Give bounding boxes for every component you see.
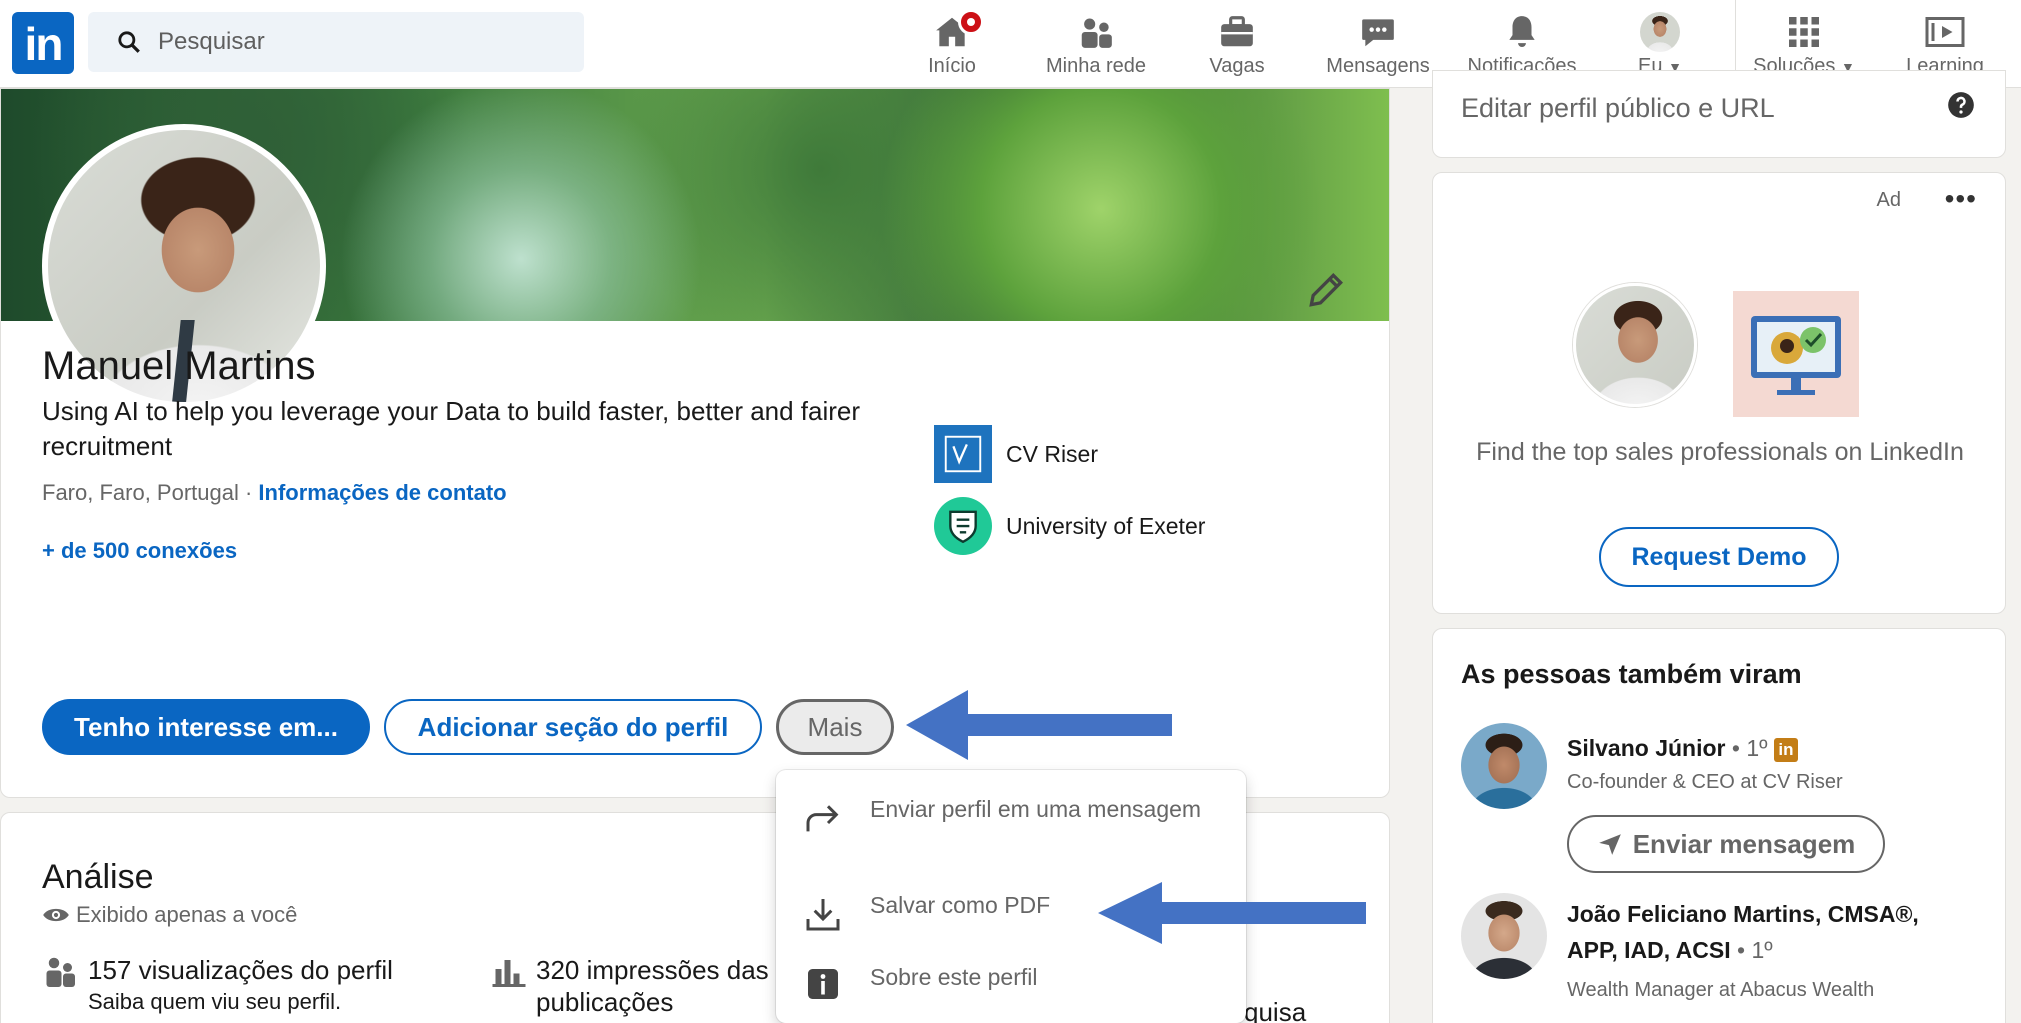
post-impressions-stat[interactable]: 320 impressões das publicações [490, 954, 769, 1018]
connection-degree: • 1º [1730, 937, 1773, 963]
person-name-joao-cont[interactable]: APP, IAD, ACSI • 1º [1567, 937, 1773, 964]
connections-link[interactable]: + de 500 conexões [42, 538, 237, 564]
person-name-joao[interactable]: João Feliciano Martins, CMSA®, [1567, 901, 1919, 928]
person-name-silvano[interactable]: Silvano Júnior • 1º in [1567, 735, 1798, 762]
search-appearances-stat[interactable]: quisa [1244, 996, 1306, 1023]
stat-subtitle: Saiba quem viu seu perfil. [88, 989, 342, 1014]
more-options-icon[interactable]: ••• [1945, 183, 1977, 215]
info-icon [808, 969, 838, 999]
linkedin-logo[interactable]: in [12, 12, 74, 74]
download-icon [806, 899, 840, 931]
profile-headline: Using AI to help you leverage your Data … [42, 396, 861, 461]
search-input[interactable]: Pesquisar [158, 28, 265, 56]
profile-name: Manuel Martins [42, 344, 316, 388]
person-subtitle: Co-founder & CEO at CV Riser [1567, 771, 1843, 793]
analysis-visibility: Exibido apenas a você [42, 902, 297, 928]
help-icon[interactable] [1947, 91, 1975, 119]
public-profile-link[interactable]: Editar perfil público e URL [1461, 93, 1775, 124]
ad-text: Find the top sales professionals on Link… [1476, 438, 1964, 466]
people-also-viewed-card: As pessoas também viram Silvano Júnior •… [1432, 628, 2006, 1023]
bell-icon [1509, 16, 1535, 48]
interest-button[interactable]: Tenho interesse em... [42, 699, 370, 755]
nav-messages-label: Mensagens [1326, 55, 1430, 77]
ad-label: Ad [1876, 189, 1901, 211]
stat-title: 320 impressões das [536, 955, 769, 985]
nav-jobs[interactable]: Vagas [1200, 4, 1274, 84]
monitor-check-icon [1751, 316, 1841, 395]
nav-home[interactable]: Início [912, 4, 992, 84]
menu-item-send-profile[interactable]: Enviar perfil em uma mensagem [776, 792, 1246, 838]
request-demo-button[interactable]: Request Demo [1599, 527, 1839, 587]
share-arrow-icon [806, 805, 839, 832]
nav-home-label: Início [928, 55, 976, 77]
search-icon [118, 31, 140, 53]
location-text: Faro, Faro, Portugal · [42, 480, 259, 505]
grid-icon [1789, 17, 1819, 47]
menu-item-label: Enviar perfil em uma mensagem [870, 796, 1202, 822]
analysis-title: Análise [42, 858, 154, 896]
stat-subtitle: publicações [536, 987, 674, 1017]
add-profile-section-button[interactable]: Adicionar seção do perfil [384, 699, 762, 755]
ad-profile-photo [1573, 283, 1697, 407]
stat-title: 157 visualizações do perfil [88, 955, 393, 985]
visibility-text: Exibido apenas a você [76, 902, 298, 927]
more-button[interactable]: Mais [776, 699, 894, 755]
contact-info-link[interactable]: Informações de contato [258, 480, 506, 505]
learning-icon [1925, 17, 1965, 47]
org-name: University of Exeter [1006, 512, 1206, 539]
send-icon [1598, 834, 1621, 855]
nav-jobs-label: Vagas [1209, 55, 1265, 77]
eye-icon [43, 908, 69, 922]
send-message-label: Enviar mensagem [1632, 828, 1856, 859]
people-also-viewed-title: As pessoas também viram [1461, 659, 1802, 689]
briefcase-icon [1221, 16, 1253, 47]
person-photo[interactable] [1461, 723, 1547, 809]
exeter-shield-icon [934, 497, 992, 555]
profile-location: Faro, Faro, Portugal · Informações de co… [42, 480, 507, 506]
people-icon [46, 957, 75, 987]
menu-item-label: Salvar como PDF [870, 892, 1051, 918]
ad-card: Ad ••• Find the top sales professionals … [1432, 172, 2006, 614]
chat-icon [1362, 19, 1394, 47]
nav-messages[interactable]: Mensagens [1322, 4, 1434, 84]
avatar [1640, 12, 1680, 52]
menu-item-label: Sobre este perfil [870, 964, 1038, 990]
person-photo[interactable] [1461, 893, 1547, 979]
bar-chart-icon [492, 960, 526, 987]
public-profile-card[interactable]: Editar perfil público e URL [1432, 70, 2006, 158]
menu-item-about-profile[interactable]: Sobre este perfil [776, 960, 1246, 1002]
search-box[interactable]: Pesquisar [88, 12, 584, 72]
org-university-of-exeter[interactable]: University of Exeter [934, 497, 1206, 555]
pencil-icon[interactable] [1304, 268, 1348, 312]
stat-subtitle: quisa [1244, 997, 1307, 1023]
notification-badge [958, 9, 984, 35]
annotation-arrow-save-pdf [1098, 882, 1366, 944]
person-subtitle: Wealth Manager at Abacus Wealth [1567, 979, 1875, 1001]
connection-degree: • 1º [1725, 735, 1768, 761]
network-icon [1081, 18, 1112, 48]
org-name: CV Riser [1006, 440, 1099, 467]
linkedin-premium-icon: in [1773, 737, 1798, 762]
send-message-button[interactable]: Enviar mensagem [1567, 815, 1885, 873]
nav-network[interactable]: Minha rede [1036, 4, 1156, 84]
cv-riser-logo [934, 425, 992, 483]
ad-company-image [1733, 291, 1859, 417]
annotation-arrow-more [906, 690, 1172, 760]
nav-network-label: Minha rede [1045, 55, 1147, 77]
org-cv-riser[interactable]: CV Riser [934, 425, 1099, 483]
profile-views-stat[interactable]: 157 visualizações do perfil Saiba quem vi… [42, 954, 393, 1018]
